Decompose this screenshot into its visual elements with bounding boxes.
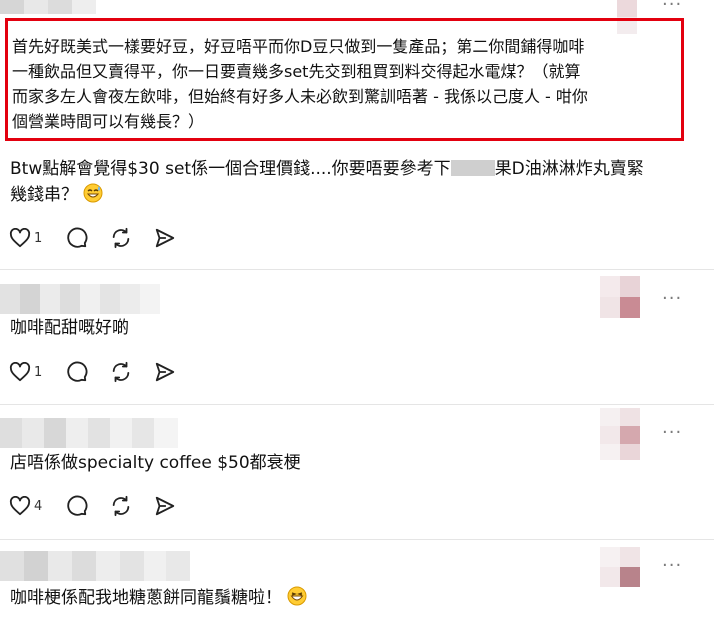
divider [0, 539, 714, 540]
comment-text-part: Btw點解會覺得$30 set係一個合理價錢....你要唔要參考下 [10, 159, 451, 179]
comment-text: 咖啡梗係配我地糖蔥餅同龍鬚糖啦！ [10, 586, 307, 614]
more-dots-icon[interactable]: ··· [662, 555, 682, 576]
comment-text: 店唔係做specialty coffee $50都衰梗 [10, 453, 301, 473]
comment-actions: 1 [9, 227, 198, 249]
comment-text-line: 個營業時間可以有幾長？） [12, 112, 205, 131]
censored-avatar [600, 276, 640, 318]
comment-text-line: 首先好既美式一樣要好豆，好豆唔平而你D豆只做到一隻產品；第二你間鋪得咖啡 [12, 37, 585, 56]
divider [0, 269, 714, 270]
heart-icon [9, 362, 31, 382]
censored-username [0, 418, 178, 448]
like-count: 1 [34, 364, 43, 380]
comment-text: Btw點解會覺得$30 set係一個合理價錢....你要唔要參考下 果D油淋淋炸丸… [10, 157, 644, 182]
comment-text-line: 而家多左人會夜左飲啡，但始終有好多人未必飲到驚訓唔著 - 我係以己度人 - 咁你 [12, 87, 588, 106]
heart-icon [9, 228, 31, 248]
share-button[interactable] [154, 227, 176, 249]
share-button[interactable] [154, 495, 176, 517]
repost-icon [112, 227, 130, 249]
comment-text-part: 果D油淋淋炸丸賣緊 [494, 159, 644, 179]
repost-icon [112, 361, 130, 383]
reply-bubble-icon [67, 227, 88, 248]
share-send-icon [155, 228, 175, 248]
censored-username [0, 284, 160, 314]
repost-button[interactable] [110, 361, 132, 383]
like-button[interactable]: 1 [9, 228, 44, 248]
share-button[interactable] [154, 361, 176, 383]
like-button[interactable]: 4 [9, 496, 44, 516]
comment-actions: 4 [9, 495, 198, 517]
reply-button[interactable] [66, 495, 88, 517]
laughing-emoji [287, 586, 307, 614]
share-send-icon [155, 496, 175, 516]
divider [0, 404, 714, 405]
repost-button[interactable] [110, 495, 132, 517]
repost-icon [112, 495, 130, 517]
censored-username [0, 551, 190, 581]
highlighted-comment: 首先好既美式一樣要好豆，好豆唔平而你D豆只做到一隻產品；第二你間鋪得咖啡 一種飲… [5, 18, 684, 141]
comment-text: 咖啡配甜嘅好啲 [10, 318, 129, 338]
share-send-icon [155, 362, 175, 382]
more-dots-icon[interactable]: ··· [662, 0, 682, 15]
more-dots-icon[interactable]: ··· [662, 288, 682, 309]
censored-username-top [0, 0, 96, 14]
reply-button[interactable] [66, 227, 88, 249]
comment-text-line: 一種飲品但又賣得平，你一日要賣幾多set先交到租買到料交得起水電煤？（就算 [12, 62, 581, 81]
reply-bubble-icon [67, 361, 88, 382]
reply-bubble-icon [67, 495, 88, 516]
comment-actions: 1 [9, 361, 198, 383]
repost-button[interactable] [110, 227, 132, 249]
reply-button[interactable] [66, 361, 88, 383]
grinning-sweat-emoji [83, 183, 103, 211]
redacted-text [450, 160, 495, 176]
censored-avatar [600, 408, 640, 460]
like-count: 4 [34, 498, 43, 514]
comment-text-part: 咖啡梗係配我地糖蔥餅同龍鬚糖啦！ [10, 588, 282, 608]
comment-text-part: 幾錢串？ [10, 185, 78, 205]
comment-text: 幾錢串？ [10, 183, 103, 211]
like-button[interactable]: 1 [9, 362, 44, 382]
like-count: 1 [34, 230, 43, 246]
heart-icon [9, 496, 31, 516]
censored-avatar [600, 547, 640, 587]
more-dots-icon[interactable]: ··· [662, 422, 682, 443]
